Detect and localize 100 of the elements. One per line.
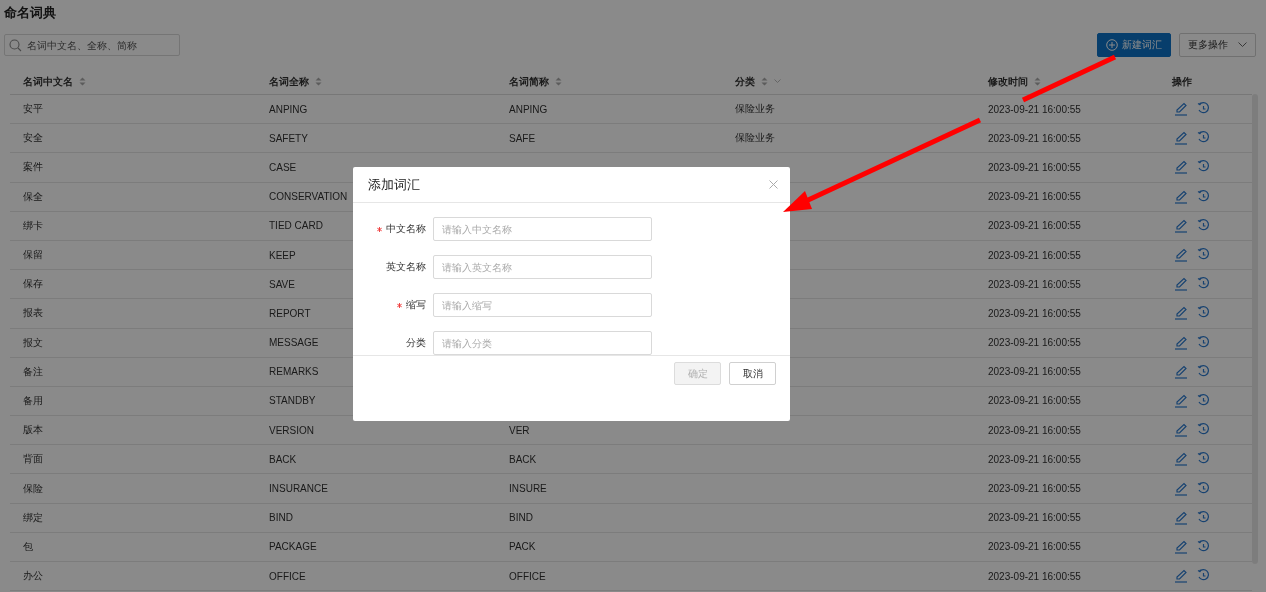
chevron-down-icon[interactable]: [774, 79, 781, 84]
table-cell: 2023-09-21 16:00:55: [988, 103, 1081, 115]
table-cell: 备用: [23, 393, 43, 408]
table-cell: 2023-09-21 16:00:55: [988, 278, 1081, 290]
table-cell: 版本: [23, 423, 43, 438]
table-cell: VER: [509, 424, 530, 436]
table-cell: 绑卡: [23, 218, 43, 233]
edit-icon[interactable]: [1174, 393, 1188, 408]
field-label: 英文名称: [386, 260, 426, 274]
field-label: 分类: [406, 336, 426, 350]
edit-icon[interactable]: [1174, 423, 1188, 438]
table-cell: 保险业务: [735, 131, 775, 146]
search-field[interactable]: 名词中文名、全称、简称: [4, 34, 180, 56]
new-word-button[interactable]: 新建词汇: [1097, 33, 1171, 57]
edit-icon[interactable]: [1174, 539, 1188, 554]
table-cell: KEEP: [269, 249, 296, 261]
table-cell: 2023-09-21 16:00:55: [988, 424, 1081, 436]
plus-circle-icon: [1106, 39, 1118, 51]
table-cell: 2023-09-21 16:00:55: [988, 337, 1081, 349]
history-icon[interactable]: [1197, 335, 1210, 349]
history-icon[interactable]: [1197, 248, 1210, 262]
dialog-title: 添加词汇: [368, 175, 421, 194]
column-header: 名词中文名: [23, 74, 73, 89]
sort-icon[interactable]: [555, 77, 562, 86]
table-cell: CASE: [269, 161, 297, 173]
table-cell: 包: [23, 539, 33, 554]
cancel-button[interactable]: 取消: [729, 362, 776, 385]
edit-icon[interactable]: [1174, 569, 1188, 584]
table-cell: ANPING: [269, 103, 308, 115]
table-cell: 2023-09-21 16:00:55: [988, 541, 1081, 553]
table-cell: STANDBY: [269, 395, 316, 407]
table-cell: PACKAGE: [269, 541, 317, 553]
table-cell: 2023-09-21 16:00:55: [988, 191, 1081, 203]
history-icon[interactable]: [1197, 481, 1210, 495]
history-icon[interactable]: [1197, 160, 1210, 174]
history-icon[interactable]: [1197, 569, 1210, 583]
table-cell: CONSERVATION: [269, 191, 348, 203]
history-icon[interactable]: [1197, 393, 1210, 407]
column-header: 名词全称: [269, 74, 309, 89]
edit-icon[interactable]: [1174, 277, 1188, 292]
edit-icon[interactable]: [1174, 248, 1188, 263]
table-cell: 保存: [23, 277, 43, 292]
table-cell: BACK: [269, 453, 297, 465]
field-label: 中文名称: [386, 222, 426, 236]
table-cell: TIED CARD: [269, 220, 323, 232]
table-cell: 2023-09-21 16:00:55: [988, 220, 1081, 232]
table-cell: 报文: [23, 335, 43, 350]
table-cell: 2023-09-21 16:00:55: [988, 366, 1081, 378]
table-cell: 2023-09-21 16:00:55: [988, 249, 1081, 261]
column-header: 操作: [1172, 74, 1192, 89]
table-cell: 2023-09-21 16:00:55: [988, 132, 1081, 144]
more-actions-button[interactable]: 更多操作: [1179, 33, 1256, 57]
table-cell: INSURANCE: [269, 483, 328, 495]
column-header: 修改时间: [988, 74, 1028, 89]
table-cell: OFFICE: [269, 570, 306, 582]
table-cell: OFFICE: [509, 570, 546, 582]
sort-icon[interactable]: [79, 77, 86, 86]
table-cell: MESSAGE: [269, 337, 319, 349]
table-cell: 保留: [23, 248, 43, 263]
table-cell: BACK: [509, 453, 537, 465]
sort-icon[interactable]: [315, 77, 322, 86]
table-cell: 保险业务: [735, 102, 775, 117]
history-icon[interactable]: [1197, 452, 1210, 466]
table-cell: 2023-09-21 16:00:55: [988, 453, 1081, 465]
edit-icon[interactable]: [1174, 189, 1188, 204]
history-icon[interactable]: [1197, 539, 1210, 553]
history-icon[interactable]: [1197, 364, 1210, 378]
history-icon[interactable]: [1197, 423, 1210, 437]
sort-icon[interactable]: [761, 77, 768, 86]
edit-icon[interactable]: [1174, 160, 1188, 175]
edit-icon[interactable]: [1174, 481, 1188, 496]
table-cell: PACK: [509, 541, 536, 553]
edit-icon[interactable]: [1174, 218, 1188, 233]
input-field[interactable]: 请输入分类: [433, 331, 652, 355]
page-title: 命名词典: [3, 4, 57, 22]
history-icon[interactable]: [1197, 218, 1210, 232]
input-field[interactable]: 请输入中文名称: [433, 217, 652, 241]
input-field[interactable]: 请输入缩写: [433, 293, 652, 317]
sort-icon[interactable]: [1034, 77, 1041, 86]
history-icon[interactable]: [1197, 102, 1210, 116]
search-icon: [9, 39, 22, 52]
table-cell: 安平: [23, 102, 43, 117]
history-icon[interactable]: [1197, 306, 1210, 320]
table-cell: BIND: [509, 512, 533, 524]
table-cell: 2023-09-21 16:00:55: [988, 483, 1081, 495]
table-cell: 案件: [23, 160, 43, 175]
edit-icon[interactable]: [1174, 452, 1188, 467]
edit-icon[interactable]: [1174, 364, 1188, 379]
history-icon[interactable]: [1197, 277, 1210, 291]
input-field[interactable]: 请输入英文名称: [433, 255, 652, 279]
edit-icon[interactable]: [1174, 306, 1188, 321]
edit-icon[interactable]: [1174, 335, 1188, 350]
history-icon[interactable]: [1197, 131, 1210, 145]
edit-icon[interactable]: [1174, 131, 1188, 146]
edit-icon[interactable]: [1174, 510, 1188, 525]
edit-icon[interactable]: [1174, 102, 1188, 117]
chevron-down-icon: [1238, 42, 1247, 48]
history-icon[interactable]: [1197, 510, 1210, 524]
history-icon[interactable]: [1197, 189, 1210, 203]
close-icon[interactable]: [769, 180, 778, 189]
